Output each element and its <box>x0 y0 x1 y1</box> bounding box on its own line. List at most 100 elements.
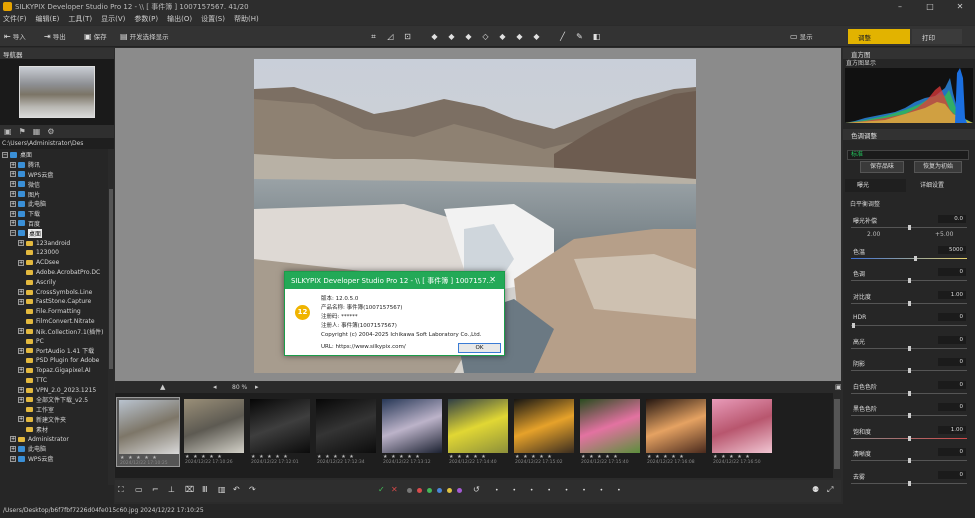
label-gray-icon[interactable] <box>407 488 412 493</box>
export-button[interactable]: ⇥ 导出 <box>44 30 66 42</box>
slider-track[interactable] <box>851 257 967 259</box>
maximize-button[interactable]: □ <box>915 0 945 13</box>
expand-toggle-icon[interactable]: + <box>18 396 24 403</box>
about-close-button[interactable]: ✕ <box>489 275 496 284</box>
folder-tab-icon[interactable]: ▣ <box>4 127 12 136</box>
collapse-filmstrip-icon[interactable]: ▣ <box>835 383 842 391</box>
check-icon[interactable]: ✓ <box>378 485 385 494</box>
label-purple-icon[interactable] <box>457 488 462 493</box>
filmstrip-thumbnail[interactable]: ★ ★ ★ ★ ★ 2024/12/22 17:12:34 <box>314 397 378 467</box>
slider-value-field[interactable]: 0 <box>938 313 966 321</box>
view-hh-icon[interactable]: Ⅲ <box>202 485 208 494</box>
flag-tab-icon[interactable]: ⚑ <box>19 127 26 136</box>
filmstrip-thumbnail[interactable]: ★ ★ ★ ★ ★ 2024/12/22 17:10:26 <box>182 397 246 467</box>
about-url[interactable]: URL: https://www.silkypix.com/ <box>321 344 406 350</box>
rotate-right-icon[interactable]: ↷ <box>249 485 256 494</box>
histogram-header[interactable]: 直方图 <box>843 48 975 59</box>
path-field[interactable]: C:\Users\Administrator\Des <box>0 138 114 149</box>
taste-select[interactable]: 标准 <box>847 150 969 160</box>
tree-item[interactable]: + 下载 <box>0 209 114 219</box>
tree-item[interactable]: +123android <box>0 238 114 248</box>
tree-item[interactable]: Ascrily <box>0 277 114 287</box>
slider-value-field[interactable]: 0 <box>938 403 966 411</box>
tone-header[interactable]: 色调调整 <box>843 129 975 140</box>
tree-item[interactable]: + 微信 <box>0 179 114 189</box>
tool-7-icon[interactable]: ◆ <box>531 31 542 42</box>
slider-knob[interactable] <box>908 300 911 306</box>
save-button[interactable]: ▣ 保存 <box>84 30 107 42</box>
slider-value-field[interactable]: 0 <box>938 448 966 456</box>
tree-item[interactable]: PSD Plugin for Adobe <box>0 356 114 366</box>
filmstrip-thumbnail[interactable]: ★ ★ ★ ★ ★ 2024/12/22 17:12:01 <box>248 397 312 467</box>
tree-item[interactable]: 工作室 <box>0 405 114 415</box>
tree-item[interactable]: + ACDsee <box>0 258 114 268</box>
slider-value-field[interactable]: 1.00 <box>938 425 966 434</box>
slider-value-field[interactable]: 0 <box>938 380 966 389</box>
expand-toggle-icon[interactable]: + <box>18 259 24 266</box>
expand-toggle-icon[interactable]: − <box>10 230 16 237</box>
slider-knob[interactable] <box>908 413 911 418</box>
tree-item[interactable]: + PortAudio 1.41 下载 <box>0 346 114 356</box>
zoom-slider-left-icon[interactable]: ◂ <box>213 383 217 391</box>
zoom-slider-icon[interactable]: ▲ <box>160 383 165 391</box>
compare-icon[interactable]: ◧ <box>591 31 602 42</box>
tree-item[interactable]: + 腾讯 <box>0 160 114 170</box>
label-yellow-icon[interactable] <box>447 488 452 493</box>
expand-toggle-icon[interactable]: + <box>10 191 16 198</box>
slider-value-field[interactable]: 0 <box>938 358 966 366</box>
tree-item[interactable]: + WPS云盘 <box>0 454 114 464</box>
view-filmstrip-icon[interactable]: ▥ <box>218 485 226 494</box>
expand-toggle-icon[interactable]: + <box>18 367 24 374</box>
tool-6-icon[interactable]: ◆ <box>514 31 525 42</box>
view-corner-icon[interactable]: ⌐ <box>152 485 159 494</box>
tree-item[interactable]: Adobe.AcrobatPro.DC <box>0 268 114 278</box>
tree-scrollbar[interactable] <box>108 149 114 485</box>
filmstrip-thumbnail[interactable]: ★ ★ ★ ★ ★ 2024/12/22 17:13:12 <box>380 397 444 467</box>
display-button[interactable]: ▭ 显示 <box>790 30 813 42</box>
filmstrip-thumbnail[interactable]: ★ ★ ★ ★ ★ 2024/12/22 17:16:08 <box>644 397 708 467</box>
print-mode-button[interactable]: 打印 <box>912 29 962 44</box>
slider-knob[interactable] <box>908 368 911 373</box>
tree-item[interactable]: + 百度 <box>0 219 114 229</box>
tree-item[interactable]: TTC <box>0 375 114 385</box>
filmstrip-thumbnail[interactable]: ★ ★ ★ ★ ★ 2024/12/22 17:15:02 <box>512 397 576 467</box>
menu-output[interactable]: 输出(O) <box>167 14 192 24</box>
zoom-slider-right-icon[interactable]: ▸ <box>255 383 259 391</box>
label-red-icon[interactable] <box>417 488 422 493</box>
slider-knob[interactable] <box>908 225 911 230</box>
expand-toggle-icon[interactable]: + <box>18 328 24 335</box>
grid-tab-icon[interactable]: ▦ <box>33 127 41 136</box>
slider-knob[interactable] <box>908 345 911 351</box>
menu-settings[interactable]: 设置(S) <box>201 14 225 24</box>
navigator-header[interactable]: 导航器 <box>0 48 114 59</box>
tool-5-icon[interactable]: ◆ <box>497 31 508 42</box>
view-grid-icon[interactable]: ⌧ <box>185 485 194 494</box>
expand-toggle-icon[interactable]: + <box>10 161 16 168</box>
tree-item[interactable]: + FastStone.Capture <box>0 297 114 307</box>
tree-item[interactable]: File.Formatting <box>0 307 114 317</box>
expand-toggle-icon[interactable]: + <box>10 171 16 178</box>
undo-rating-icon[interactable]: ↺ <box>473 485 480 494</box>
menu-tools[interactable]: 工具(T) <box>68 14 92 24</box>
line-tool-icon[interactable]: ╱ <box>557 31 568 42</box>
tree-item[interactable]: + 图片 <box>0 189 114 199</box>
tree-item[interactable]: 素材 <box>0 424 114 434</box>
expand-toggle-icon[interactable]: + <box>18 289 24 296</box>
tree-item[interactable]: − 桌面 <box>0 150 114 160</box>
menu-view[interactable]: 显示(V) <box>101 14 125 24</box>
expand-toggle-icon[interactable]: + <box>18 298 24 305</box>
gear-icon[interactable]: ⚙ <box>47 127 54 136</box>
slider-value-field[interactable]: 1.00 <box>938 290 966 299</box>
tree-item[interactable]: + CrossSymbols.Line <box>0 287 114 297</box>
slider-knob[interactable] <box>852 323 856 328</box>
navigator-thumbnail[interactable] <box>0 59 114 125</box>
expand-toggle-icon[interactable]: + <box>10 445 16 452</box>
filmstrip-thumbnail[interactable]: ★ ★ ★ ★ ★ 2024/12/22 17:10:25 <box>116 397 180 467</box>
fit-icon[interactable]: ⊡ <box>402 31 413 42</box>
tree-item[interactable]: FilmConvert.Nitrate <box>0 317 114 327</box>
expand-toggle-icon[interactable]: + <box>18 416 24 423</box>
expand-toggle-icon[interactable]: + <box>18 240 24 247</box>
view-single-icon[interactable]: ⛶ <box>118 485 124 495</box>
expand-toggle-icon[interactable]: + <box>10 210 16 217</box>
tool-1-icon[interactable]: ◆ <box>429 31 440 42</box>
